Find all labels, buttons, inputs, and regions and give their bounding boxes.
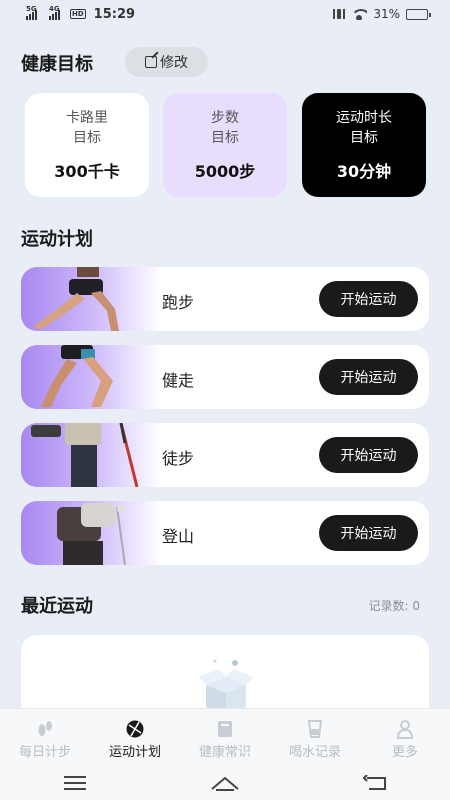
calorie-goal-card[interactable]: 卡路里 目标 300千卡 [25,93,149,197]
ball-icon [126,720,144,738]
tab-label: 健康常识 [198,745,251,760]
plan-item-walking[interactable]: 健走 开始运动 [21,345,429,409]
plan-name: 健走 [162,371,195,390]
tab-water-log[interactable]: 喝水记录 [270,709,360,766]
tab-exercise-plan[interactable]: 运动计划 [90,709,180,766]
person-icon [396,720,414,739]
goal-label: 目标 [211,130,239,146]
back-nav-button[interactable] [355,773,395,793]
tab-label: 每日计步 [18,745,71,760]
signal-4g-label: 4G [49,4,60,13]
goal-label: 卡路里 [66,110,108,126]
running-image [21,267,161,331]
tab-label: 运动计划 [108,745,161,760]
hiking-image [21,423,161,487]
plan-item-hiking[interactable]: 徒步 开始运动 [21,423,429,487]
record-count: 记录数: 0 [368,599,421,613]
goal-label: 目标 [73,130,101,146]
menu-icon [64,776,86,790]
climbing-image [21,501,161,565]
system-nav-bar [0,766,450,800]
battery-percent: 31% [373,7,400,21]
tab-daily-steps[interactable]: 每日计步 [0,709,90,766]
walking-image [21,345,161,409]
start-exercise-button[interactable]: 开始运动 [319,515,418,551]
goal-label: 目标 [350,130,378,146]
bottom-tab-bar: 每日计步 运动计划 健康常识 喝水记录 更多 [0,708,450,766]
steps-goal-card[interactable]: 步数 目标 5000步 [163,93,287,197]
tab-label: 喝水记录 [288,745,341,760]
goal-label: 步数 [211,110,239,126]
back-icon [363,775,386,790]
plan-item-climbing[interactable]: 登山 开始运动 [21,501,429,565]
start-exercise-button[interactable]: 开始运动 [319,437,418,473]
status-bar: 5G 4G HD 15:29 31% [0,0,450,28]
home-nav-button[interactable] [205,773,245,793]
start-exercise-button[interactable]: 开始运动 [319,281,418,317]
signal-5g-icon: 5G [26,5,37,20]
plan-name: 跑步 [162,293,195,312]
footprint-icon [38,721,52,736]
home-icon [211,776,239,791]
goal-value: 5000步 [194,162,256,181]
edit-icon [145,56,157,68]
hd-icon: HD [70,9,86,19]
edit-goals-label: 修改 [160,55,188,71]
tab-label: 更多 [391,745,418,760]
status-left: 5G 4G HD 15:29 [26,5,136,22]
book-icon [218,721,232,737]
start-exercise-button[interactable]: 开始运动 [319,359,418,395]
duration-goal-card[interactable]: 运动时长 目标 30分钟 [302,93,426,197]
vibrate-icon [333,9,346,19]
tab-health-tips[interactable]: 健康常识 [180,709,270,766]
goal-value: 300千卡 [54,162,120,181]
health-goals-title: 健康目标 [21,54,93,75]
exercise-plan-title: 运动计划 [21,229,93,250]
menu-nav-button[interactable] [55,773,95,793]
status-right: 31% [333,7,431,21]
plan-item-running[interactable]: 跑步 开始运动 [21,267,429,331]
cup-icon [307,720,323,738]
wifi-icon [351,8,368,20]
tab-more[interactable]: 更多 [360,709,450,766]
battery-icon [406,8,431,20]
goal-label: 运动时长 [336,110,392,126]
goal-value: 30分钟 [336,162,392,181]
recent-exercise-title: 最近运动 [21,596,93,617]
edit-goals-button[interactable]: 修改 [125,47,208,77]
signal-5g-label: 5G [26,4,37,13]
plan-name: 徒步 [162,449,195,468]
status-time: 15:29 [93,6,136,22]
plan-name: 登山 [162,527,195,546]
signal-4g-icon: 4G [49,5,60,20]
